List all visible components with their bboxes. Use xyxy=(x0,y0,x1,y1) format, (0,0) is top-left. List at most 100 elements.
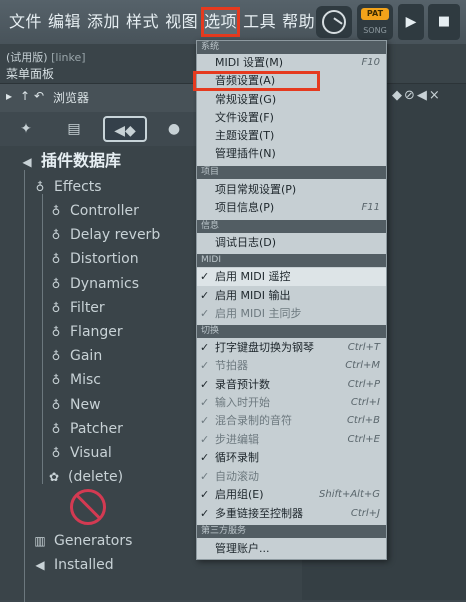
plugin-db-icon: ◀ xyxy=(22,155,32,169)
tree-label: Effects xyxy=(54,179,102,195)
tree-root[interactable]: ◀ 插件数据库 xyxy=(20,150,121,172)
plug-icon: ♁ xyxy=(51,300,61,315)
menu-item-loop-record[interactable]: ✓ 循环录制 xyxy=(197,449,386,467)
master-volume-knob[interactable] xyxy=(316,6,352,38)
item-label: 管理账户... xyxy=(215,542,270,555)
item-label: 多重链接至控制器 xyxy=(215,507,303,520)
plug-icon: ♁ xyxy=(51,421,61,436)
item-label: 项目信息(P) xyxy=(215,201,275,214)
menu-item-midi-master-sync[interactable]: ✓ 启用 MIDI 主同步 xyxy=(197,305,386,323)
menu-item-midi-output[interactable]: ✓ 启用 MIDI 输出 xyxy=(197,287,386,305)
menu-item-start-on-input[interactable]: ✓ 输入时开始 Ctrl+I xyxy=(197,394,386,412)
section-info: 信息 xyxy=(197,220,386,233)
tree-label: Patcher xyxy=(70,420,123,437)
menu-help[interactable]: 帮助 xyxy=(279,7,318,37)
menu-item-enable-groups[interactable]: ✓ 启用组(E) Shift+Alt+G xyxy=(197,486,386,504)
plugin-icon: ◀◆ xyxy=(114,123,136,139)
item-shortcut: Ctrl+M xyxy=(345,360,380,371)
item-shortcut: Shift+Alt+G xyxy=(319,489,380,500)
file-icon: ▤ xyxy=(67,121,81,137)
menu-item-midi-settings[interactable]: MIDI 设置(M) F10 xyxy=(197,54,386,72)
undo-icon[interactable]: ↶ xyxy=(34,89,44,103)
menu-item-blend-recording[interactable]: ✓ 混合录制的音符 Ctrl+B xyxy=(197,412,386,430)
tree-item-effect[interactable]: ♁ Visual xyxy=(49,442,112,464)
item-label: 循环录制 xyxy=(215,451,259,464)
check-icon: ✓ xyxy=(200,396,210,409)
tree-item-effect[interactable]: ♁ Flanger xyxy=(49,321,123,343)
tree-item-effect[interactable]: ♁ Misc xyxy=(49,369,101,391)
menu-item-typing-keyboard[interactable]: ✓ 打字键盘切换为钢琴 Ctrl+T xyxy=(197,339,386,357)
menu-view[interactable]: 视图 xyxy=(162,7,201,37)
tree-item-effect[interactable]: ♁ Delay reverb xyxy=(49,224,161,246)
pat-song-toggle[interactable]: PAT SONG xyxy=(357,4,393,40)
plug-icon: ♁ xyxy=(51,204,61,218)
mute-icon[interactable]: ⊘ xyxy=(404,88,417,103)
tree-label: Gain xyxy=(70,348,103,365)
tree-item-effect[interactable]: ♁ New xyxy=(49,394,101,416)
tree-label: Delay reverb xyxy=(70,227,161,244)
tab-plugins[interactable]: ◀◆ xyxy=(103,116,147,142)
menu-item-auto-scroll[interactable]: ✓ 自动滚动 xyxy=(197,468,386,486)
menu-item-multilink[interactable]: ✓ 多重链接至控制器 Ctrl+J xyxy=(197,505,386,523)
tree-label: Visual xyxy=(70,445,112,461)
tree-item-effect[interactable]: ♁ Filter xyxy=(49,297,105,319)
speaker-icon[interactable]: ◀× xyxy=(417,88,442,103)
check-icon: ✓ xyxy=(200,289,210,302)
menu-item-theme-settings[interactable]: 主题设置(T) xyxy=(197,127,386,145)
menu-item-record-precount[interactable]: ✓ 录音预计数 Ctrl+P xyxy=(197,376,386,394)
item-label: 文件设置(F) xyxy=(215,111,274,124)
menu-item-manage-account[interactable]: 管理账户... xyxy=(197,540,386,558)
menu-item-audio-settings[interactable]: 音频设置(A) xyxy=(193,71,320,91)
tree-item-effect[interactable]: ♁ Dynamics xyxy=(49,273,139,295)
plug-icon: ♁ xyxy=(35,180,45,194)
menu-tools[interactable]: 工具 xyxy=(240,7,279,37)
menu-item-midi-remote[interactable]: ✓ 启用 MIDI 遥控 xyxy=(197,268,386,286)
tree-guide-line xyxy=(42,194,43,484)
menu-edit[interactable]: 编辑 xyxy=(45,7,84,37)
item-label: 输入时开始 xyxy=(215,396,270,409)
item-shortcut: Ctrl+P xyxy=(347,379,380,390)
menu-item-general-settings[interactable]: 常规设置(G) xyxy=(197,91,386,109)
menu-options[interactable]: 选项 xyxy=(201,7,241,37)
item-label: MIDI 设置(M) xyxy=(215,56,284,69)
item-shortcut: Ctrl+T xyxy=(347,342,380,353)
arrow-up-icon[interactable]: ↑ xyxy=(20,89,30,103)
item-shortcut: Ctrl+J xyxy=(350,508,380,519)
plugin-icon: ◀ xyxy=(35,558,45,572)
menu-item-project-info[interactable]: 项目信息(P) F11 xyxy=(197,199,386,217)
brush-icon[interactable]: ◆ xyxy=(392,88,404,103)
menu-item-manage-plugins[interactable]: 管理插件(N) xyxy=(197,145,386,163)
stop-button[interactable]: ■ xyxy=(428,4,460,40)
item-label: 项目常规设置(P) xyxy=(215,183,297,196)
tree-item-effect[interactable]: ♁ Gain xyxy=(49,345,103,367)
menu-item-project-general[interactable]: 项目常规设置(P) xyxy=(197,181,386,199)
tree-title: 插件数据库 xyxy=(41,151,122,170)
menu-add[interactable]: 添加 xyxy=(84,7,123,37)
menu-file[interactable]: 文件 xyxy=(6,7,45,37)
menu-item-metronome[interactable]: ✓ 节拍器 Ctrl+M xyxy=(197,357,386,375)
tree-item-effect[interactable]: ♁ Patcher xyxy=(49,418,123,440)
tree-label: New xyxy=(70,396,101,413)
tree-item-delete[interactable]: ✿ (delete) xyxy=(47,466,123,488)
item-shortcut: Ctrl+B xyxy=(346,415,380,426)
arrow-right-icon[interactable]: ▸ xyxy=(6,89,12,103)
tree-item-effect[interactable]: ♁ Controller xyxy=(49,200,139,222)
tab-files[interactable]: ▤ xyxy=(52,116,96,142)
item-label: 启用 MIDI 主同步 xyxy=(215,307,302,320)
menu-item-debug-log[interactable]: 调试日志(D) xyxy=(197,234,386,252)
tab-waveform[interactable]: ✦ xyxy=(4,116,48,142)
menu-style[interactable]: 样式 xyxy=(123,7,162,37)
tree-folder-generators[interactable]: ▥ Generators xyxy=(33,530,132,552)
play-icon: ▶ xyxy=(405,14,417,30)
menu-item-step-edit[interactable]: ✓ 步进编辑 Ctrl+E xyxy=(197,431,386,449)
tab-online[interactable]: ● xyxy=(152,116,196,142)
item-label: 管理插件(N) xyxy=(215,147,276,160)
section-third-party: 第三方服务 xyxy=(197,525,386,538)
tree-folder-installed[interactable]: ◀ Installed xyxy=(33,554,113,576)
plug-icon: ♁ xyxy=(51,373,61,388)
item-label: 音频设置(A) xyxy=(215,74,276,87)
menu-item-file-settings[interactable]: 文件设置(F) xyxy=(197,109,386,127)
play-button[interactable]: ▶ xyxy=(398,4,424,40)
tree-item-effect[interactable]: ♁ Distortion xyxy=(49,248,139,270)
tree-folder-effects[interactable]: ♁ Effects xyxy=(33,176,102,198)
